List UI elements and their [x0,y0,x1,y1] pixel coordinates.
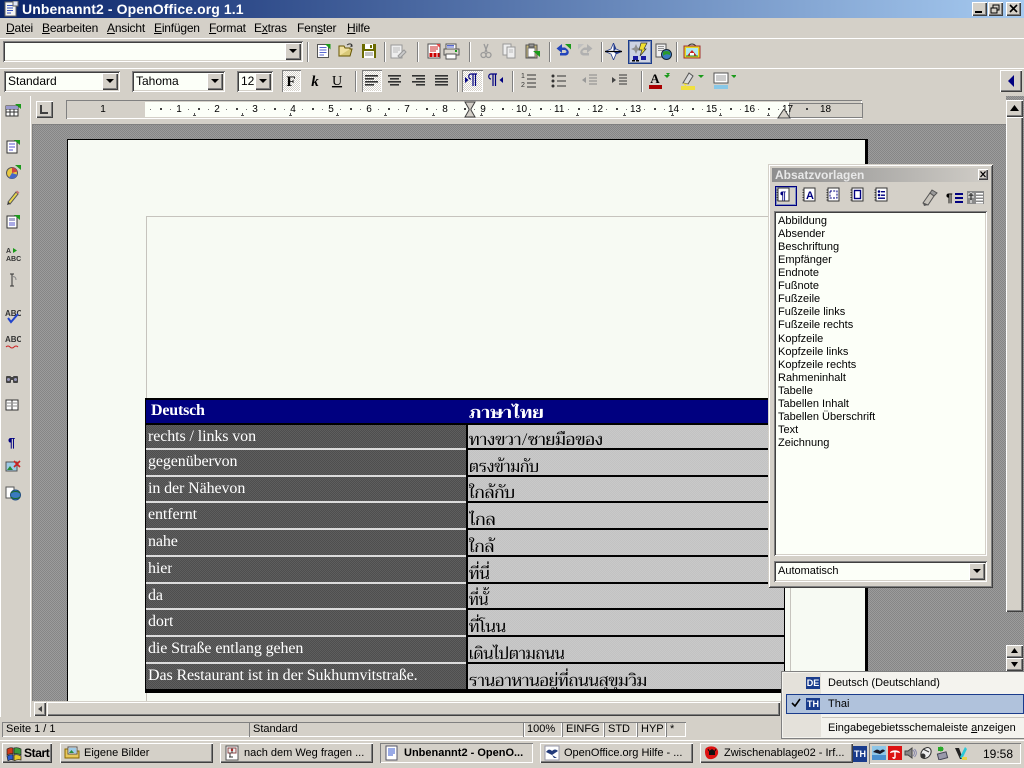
svg-text:¶: ¶ [8,435,15,450]
svg-text:U: U [332,74,342,89]
svg-text:¶: ¶ [780,190,786,202]
svg-text:2: 2 [521,82,525,89]
svg-text:F: F [286,74,295,90]
svg-text:A: A [6,248,11,255]
svg-text:ABC: ABC [5,309,21,318]
svg-text:A: A [806,190,814,202]
svg-text:ABC: ABC [6,256,21,262]
svg-text:A: A [650,71,660,86]
svg-text:k: k [311,74,319,90]
svg-text:¶: ¶ [946,191,953,205]
svg-text:ABC: ABC [5,335,21,344]
svg-text:1: 1 [521,73,525,80]
